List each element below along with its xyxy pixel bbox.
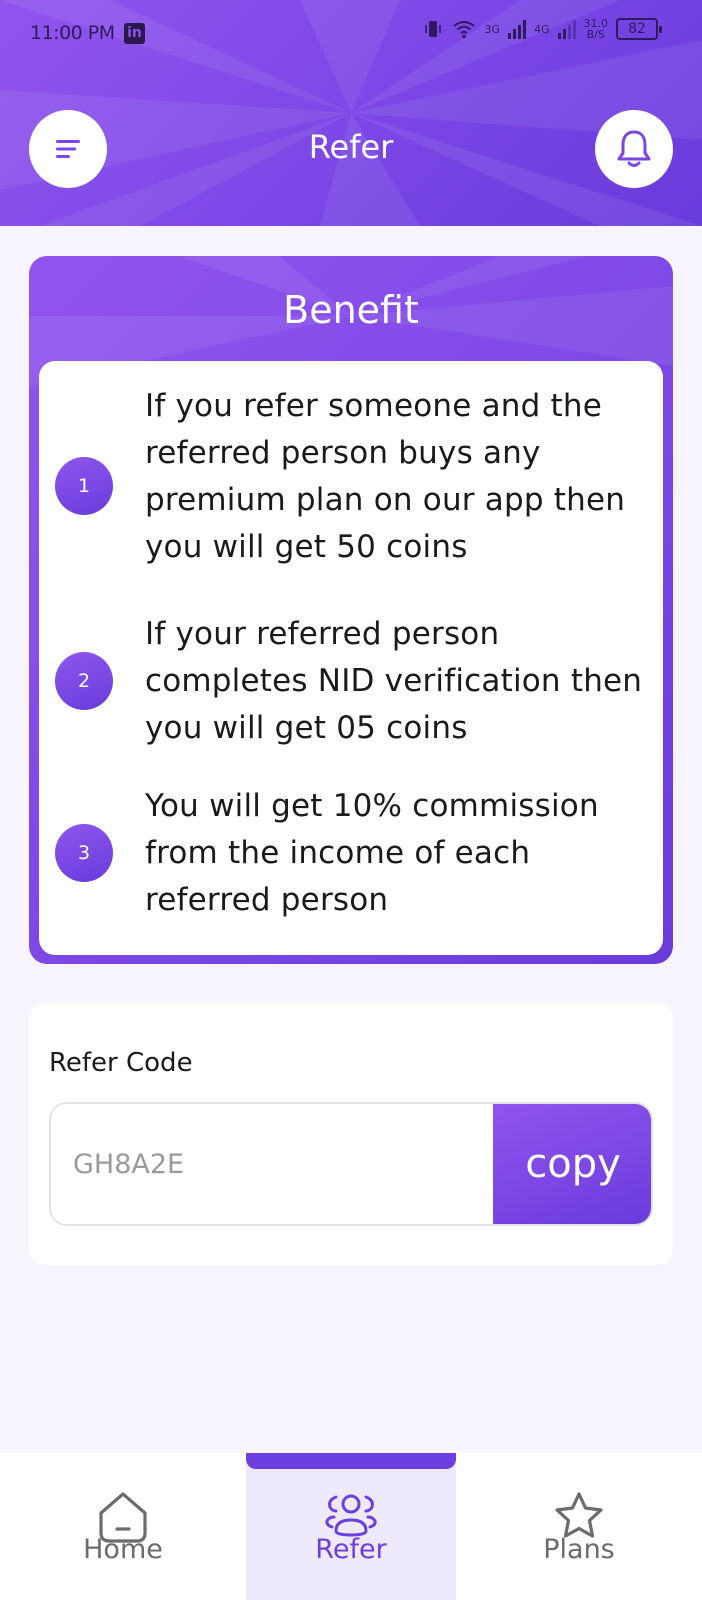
- number-badge: 3: [55, 824, 113, 882]
- nav-item-plans[interactable]: Plans: [474, 1453, 684, 1600]
- linkedin-icon: in: [124, 23, 145, 44]
- bell-icon: [617, 130, 651, 167]
- bottom-nav: Home Refer Plans: [0, 1453, 702, 1600]
- refer-code-input[interactable]: [51, 1104, 495, 1224]
- signal-4g-icon: [557, 20, 576, 39]
- nav-label-home: Home: [83, 1534, 163, 1565]
- nav-label-refer: Refer: [315, 1534, 387, 1565]
- status-time: 11:00 PM: [30, 22, 115, 44]
- vibrate-icon: [425, 21, 442, 37]
- active-indicator: [246, 1453, 456, 1469]
- refer-code-card: Refer Code copy: [29, 1003, 673, 1265]
- nav-label-plans: Plans: [543, 1534, 615, 1565]
- refer-code-field: copy: [49, 1102, 653, 1226]
- network-3g-label: 3G: [484, 22, 500, 36]
- network-speed-unit: B/S: [586, 28, 605, 41]
- battery-indicator: 82: [616, 18, 662, 40]
- status-bar: 11:00 PM in 3G 4G 31.0 B/S 82: [0, 0, 702, 70]
- header: 11:00 PM in 3G 4G 31.0 B/S 82 Refer: [0, 0, 702, 226]
- notification-button[interactable]: [595, 110, 673, 188]
- number-badge: 1: [55, 457, 113, 515]
- benefit-title: Benefit: [283, 288, 419, 332]
- benefit-text: If you refer someone and the referred pe…: [145, 388, 626, 565]
- signal-3g-icon: [507, 20, 526, 39]
- network-4g-label: 4G: [533, 22, 550, 36]
- refer-code-label: Refer Code: [49, 1048, 193, 1078]
- network-speed: 31.0 B/S: [584, 18, 609, 40]
- number-badge: 2: [55, 652, 113, 710]
- nav-item-home[interactable]: Home: [18, 1453, 228, 1600]
- wifi-icon: [453, 21, 476, 39]
- copy-button[interactable]: copy: [493, 1104, 651, 1224]
- nav-item-refer[interactable]: Refer: [246, 1453, 456, 1600]
- benefit-list: 1 If you refer someone and the referred …: [39, 361, 663, 955]
- benefit-text: You will get 10% commission from the inc…: [145, 788, 599, 918]
- status-icons: 3G 4G 31.0 B/S 82: [422, 18, 662, 40]
- benefit-text: If your referred person completes NID ve…: [145, 616, 643, 746]
